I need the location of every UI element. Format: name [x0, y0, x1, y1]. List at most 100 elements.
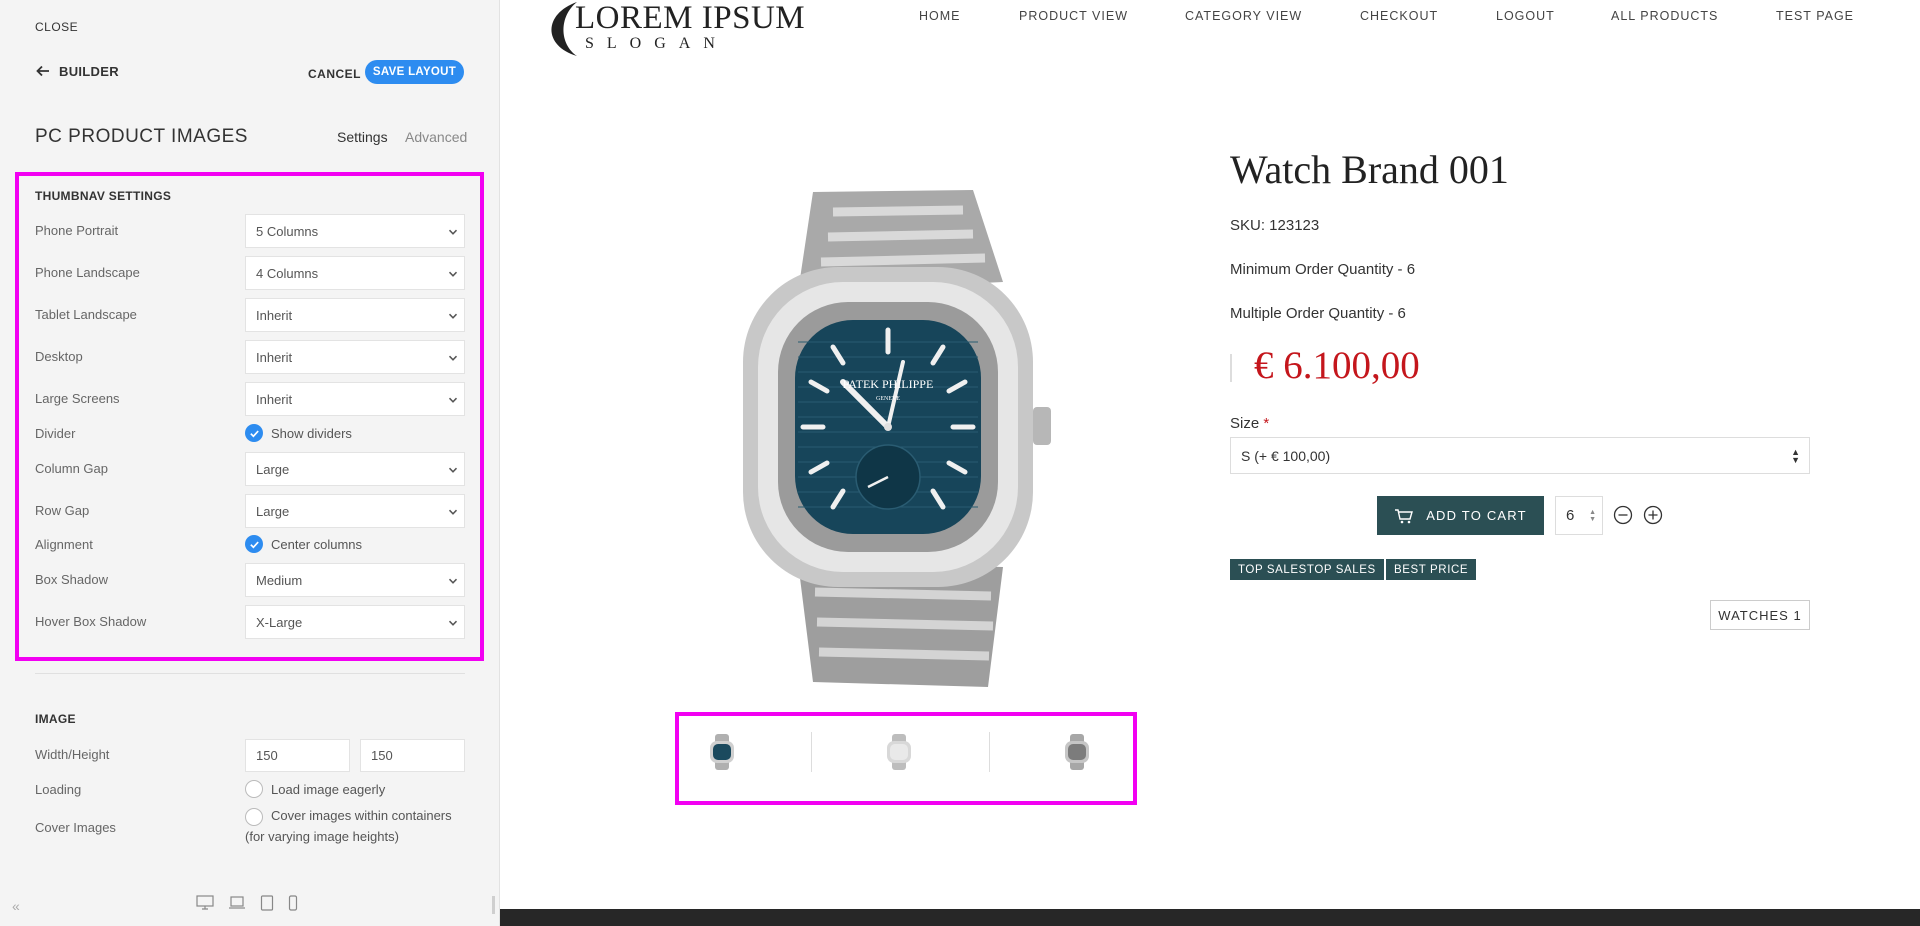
quantity-value: 6: [1566, 507, 1575, 524]
price-divider: [1230, 354, 1232, 382]
width-height-label: Width/Height: [35, 747, 110, 762]
logo-text[interactable]: LOREM IPSUM: [575, 0, 805, 37]
arrow-left-icon: [36, 65, 49, 77]
chevron-down-icon: [448, 313, 458, 319]
builder-sidebar: CLOSE BUILDER CANCEL SAVE LAYOUT PC PROD…: [0, 0, 500, 926]
checkmark-icon: [245, 424, 263, 442]
phone-landscape-select[interactable]: 4 Columns: [245, 256, 465, 290]
thumbnail-divider: [989, 732, 990, 772]
chevron-down-icon: [448, 509, 458, 515]
tab-settings[interactable]: Settings: [337, 129, 388, 145]
multiple-order-quantity: Multiple Order Quantity - 6: [1230, 305, 1406, 322]
save-layout-button[interactable]: SAVE LAYOUT: [365, 60, 464, 84]
tablet-landscape-label: Tablet Landscape: [35, 307, 137, 322]
hover-box-shadow-value: X-Large: [256, 614, 303, 630]
tablet-view-icon[interactable]: [260, 895, 274, 911]
cancel-button[interactable]: CANCEL: [308, 67, 361, 81]
chevron-down-icon: [448, 229, 458, 235]
load-eagerly-radio[interactable]: Load image eagerly: [245, 780, 385, 798]
nav-logout[interactable]: LOGOUT: [1496, 9, 1555, 23]
minus-circle-icon[interactable]: [1613, 505, 1633, 525]
thumbnail-2[interactable]: [880, 733, 918, 771]
device-switcher: [196, 895, 298, 911]
product-title: Watch Brand 001: [1230, 147, 1509, 192]
product-main-image[interactable]: PATEK PHILIPPE GENEVE: [703, 182, 1096, 694]
column-gap-value: Large: [256, 461, 290, 477]
back-label: BUILDER: [59, 63, 119, 79]
checkmark-icon: [245, 535, 263, 553]
nav-product-view[interactable]: PRODUCT VIEW: [1019, 9, 1128, 23]
row-gap-label: Row Gap: [35, 503, 90, 518]
category-tag-watches[interactable]: WATCHES 1: [1710, 600, 1810, 630]
cart-icon: [1395, 508, 1414, 523]
large-screens-select[interactable]: Inherit: [245, 382, 465, 416]
min-order-quantity: Minimum Order Quantity - 6: [1230, 261, 1416, 278]
badge-best-price: BEST PRICE: [1386, 559, 1477, 580]
phone-portrait-label: Phone Portrait: [35, 223, 119, 238]
plus-circle-icon[interactable]: [1643, 505, 1663, 525]
desktop-label: Desktop: [35, 349, 83, 364]
chevron-down-icon: [448, 271, 458, 277]
radio-circle: [245, 808, 263, 826]
dial-brand-text: PATEK PHILIPPE: [843, 377, 934, 391]
image-heading: IMAGE: [35, 712, 76, 726]
center-columns-checkbox[interactable]: Center columns: [245, 535, 362, 553]
box-shadow-select[interactable]: Medium: [245, 563, 465, 597]
close-button[interactable]: CLOSE: [35, 20, 78, 34]
size-select[interactable]: S (+ € 100,00) ▲ ▼: [1230, 437, 1810, 474]
alignment-label: Alignment: [35, 537, 93, 552]
nav-home[interactable]: HOME: [919, 9, 961, 23]
size-select-value: S (+ € 100,00): [1241, 447, 1331, 464]
center-columns-text: Center columns: [271, 536, 363, 552]
radio-circle: [245, 780, 263, 798]
phone-portrait-select[interactable]: 5 Columns: [245, 214, 465, 248]
back-to-builder-button[interactable]: BUILDER: [35, 63, 119, 79]
nav-checkout[interactable]: CHECKOUT: [1360, 9, 1438, 23]
required-mark: *: [1263, 415, 1270, 432]
row-gap-value: Large: [256, 503, 290, 519]
sidebar-resize-handle[interactable]: [492, 896, 495, 914]
column-gap-label: Column Gap: [35, 461, 108, 476]
desktop-view-icon[interactable]: [196, 895, 214, 911]
tablet-landscape-select[interactable]: Inherit: [245, 298, 465, 332]
cover-images-radio[interactable]: Cover images within containers: [245, 808, 452, 826]
nav-all-products[interactable]: ALL PRODUCTS: [1611, 9, 1718, 23]
nav-test-page[interactable]: TEST PAGE: [1776, 9, 1854, 23]
thumbnail-1[interactable]: [703, 733, 741, 771]
image-width-input[interactable]: 150: [245, 739, 350, 772]
badge-top-sales: TOP SALESTOP SALES: [1230, 559, 1384, 580]
desktop-select[interactable]: Inherit: [245, 340, 465, 374]
box-shadow-value: Medium: [256, 572, 303, 588]
hover-box-shadow-select[interactable]: X-Large: [245, 605, 465, 639]
tab-advanced[interactable]: Advanced: [405, 129, 467, 145]
chevron-down-icon: [448, 578, 458, 584]
loading-label: Loading: [35, 782, 82, 797]
row-gap-select[interactable]: Large: [245, 494, 465, 528]
product-sku: SKU: 123123: [1230, 217, 1320, 234]
quantity-input[interactable]: 6 ▲ ▼: [1555, 496, 1603, 535]
image-height-input[interactable]: 150: [360, 739, 465, 772]
chevron-down-icon: [448, 397, 458, 403]
phone-portrait-value: 5 Columns: [256, 223, 319, 239]
show-dividers-checkbox[interactable]: Show dividers: [245, 424, 352, 442]
logo-slogan: SLOGAN: [585, 35, 728, 52]
thumbnail-3[interactable]: [1058, 733, 1096, 771]
add-to-cart-button[interactable]: ADD TO CART: [1377, 496, 1544, 535]
section-divider: [35, 673, 465, 674]
large-screens-label: Large Screens: [35, 391, 120, 406]
tablet-landscape-value: Inherit: [256, 307, 293, 323]
phone-landscape-value: 4 Columns: [256, 265, 319, 281]
chevron-down-icon: [448, 355, 458, 361]
column-gap-select[interactable]: Large: [245, 452, 465, 486]
chevron-down-icon: [448, 620, 458, 626]
cover-images-text: Cover images within containers: [271, 808, 452, 823]
phone-view-icon[interactable]: [288, 895, 298, 911]
product-price: € 6.100,00: [1254, 344, 1420, 387]
desktop-value: Inherit: [256, 349, 293, 365]
box-shadow-label: Box Shadow: [35, 572, 108, 587]
laptop-view-icon[interactable]: [228, 895, 246, 911]
cover-images-label: Cover Images: [35, 820, 116, 835]
load-eagerly-text: Load image eagerly: [271, 781, 386, 797]
collapse-sidebar-button[interactable]: «: [12, 898, 20, 914]
nav-category-view[interactable]: CATEGORY VIEW: [1185, 9, 1302, 23]
